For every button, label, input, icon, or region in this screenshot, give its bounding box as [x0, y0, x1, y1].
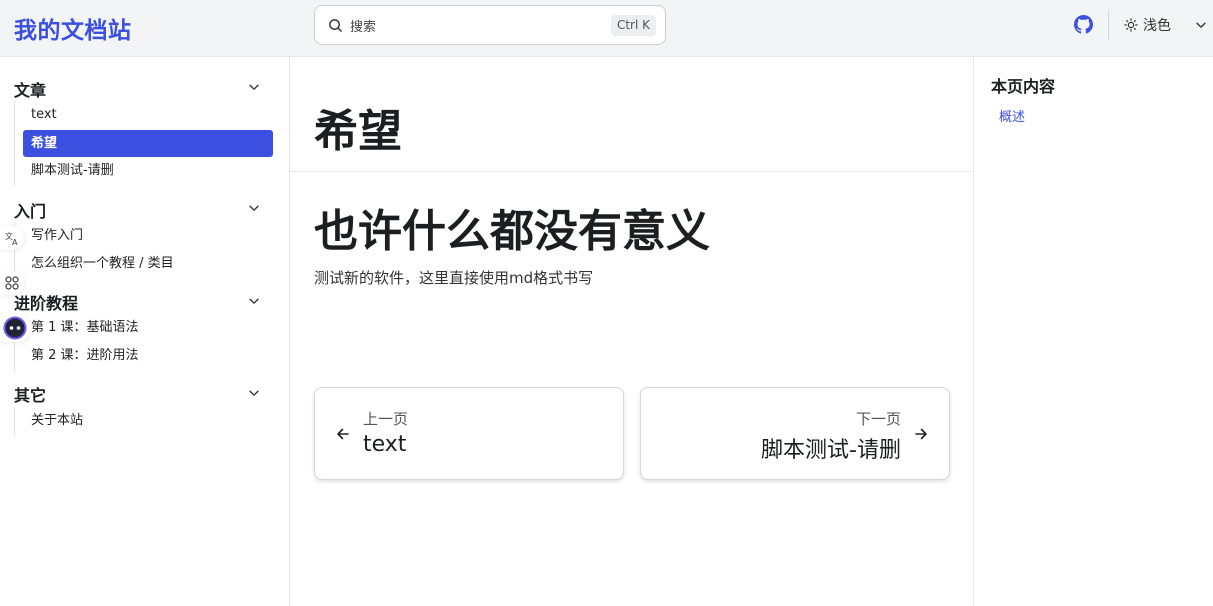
table-of-contents: 本页内容 概述 — [973, 57, 1213, 606]
chevron-down-icon[interactable] — [247, 294, 261, 308]
sidebar-item-lesson-1[interactable]: 第 1 课：基础语法 — [23, 314, 273, 341]
sidebar-item-about[interactable]: 关于本站 — [23, 407, 273, 434]
toc-title: 本页内容 — [991, 77, 1056, 96]
chevron-down-icon[interactable] — [1194, 18, 1208, 32]
translate-button[interactable]: 文 A — [0, 226, 24, 250]
prev-page-sub: 上一页 — [363, 410, 409, 428]
sidebar-item-script-test[interactable]: 脚本测试-请删 — [23, 157, 273, 184]
top-header: 我的文档站 搜索 Ctrl K 浅色 — [0, 0, 1213, 57]
sidebar-item-organize-tutorial[interactable]: 怎么组织一个教程 / 类目 — [23, 250, 273, 277]
sun-icon — [1124, 18, 1138, 32]
article-paragraph: 测试新的软件，这里直接使用md格式书写 — [314, 269, 594, 287]
next-page-button[interactable]: 下一页 脚本测试-请删 — [640, 387, 950, 480]
main-content: 希望 也许什么都没有意义 测试新的软件，这里直接使用md格式书写 上一页 tex… — [290, 57, 973, 606]
translate-icon: 文 A — [5, 231, 18, 246]
page-title: 希望 — [314, 106, 402, 157]
sidebar-rail — [14, 102, 15, 186]
chevron-down-icon[interactable] — [247, 80, 261, 94]
search-box[interactable]: 搜索 Ctrl K — [314, 5, 666, 45]
site-title[interactable]: 我的文档站 — [14, 11, 132, 45]
prev-page-button[interactable]: 上一页 text — [314, 387, 624, 480]
sidebar-category-other[interactable]: 其它 — [14, 382, 46, 406]
sidebar: 文章 text 希望 脚本测试-请删 入门 写作入门 怎么组织一个教程 / 类目… — [0, 57, 290, 606]
theme-toggle[interactable]: 浅色 — [1124, 15, 1171, 35]
article-heading: 也许什么都没有意义 — [314, 206, 710, 257]
search-placeholder: 搜索 — [350, 20, 377, 35]
theme-label: 浅色 — [1143, 18, 1171, 34]
arrow-right-icon — [915, 428, 927, 440]
sidebar-item-text[interactable]: text — [23, 101, 273, 128]
sidebar-item-writing-intro[interactable]: 写作入门 — [23, 222, 273, 249]
next-page-sub: 下一页 — [855, 410, 901, 428]
sidebar-item-lesson-2[interactable]: 第 2 课：进阶用法 — [23, 342, 273, 369]
arrow-left-icon — [337, 428, 349, 440]
assistant-icon — [3, 316, 27, 340]
assistant-button[interactable] — [0, 314, 30, 342]
next-page-label: 脚本测试-请删 — [761, 438, 901, 463]
sidebar-category-articles[interactable]: 文章 — [14, 77, 46, 101]
search-icon — [329, 19, 342, 32]
sidebar-item-hope[interactable]: 希望 — [23, 130, 273, 157]
sidebar-category-advanced[interactable]: 进阶教程 — [14, 290, 78, 314]
chevron-down-icon[interactable] — [247, 201, 261, 215]
title-divider — [290, 171, 973, 172]
search-shortcut-badge: Ctrl K — [610, 15, 656, 36]
sidebar-rail — [14, 407, 15, 435]
prev-page-label: text — [363, 432, 407, 457]
apps-icon — [5, 276, 19, 290]
apps-button[interactable] — [0, 271, 24, 295]
svg-text:A: A — [12, 238, 18, 246]
toc-link-overview[interactable]: 概述 — [999, 106, 1025, 125]
sidebar-category-intro[interactable]: 入门 — [14, 198, 46, 222]
header-divider — [1108, 10, 1109, 40]
chevron-down-icon[interactable] — [247, 386, 261, 400]
github-icon[interactable] — [1074, 15, 1093, 34]
